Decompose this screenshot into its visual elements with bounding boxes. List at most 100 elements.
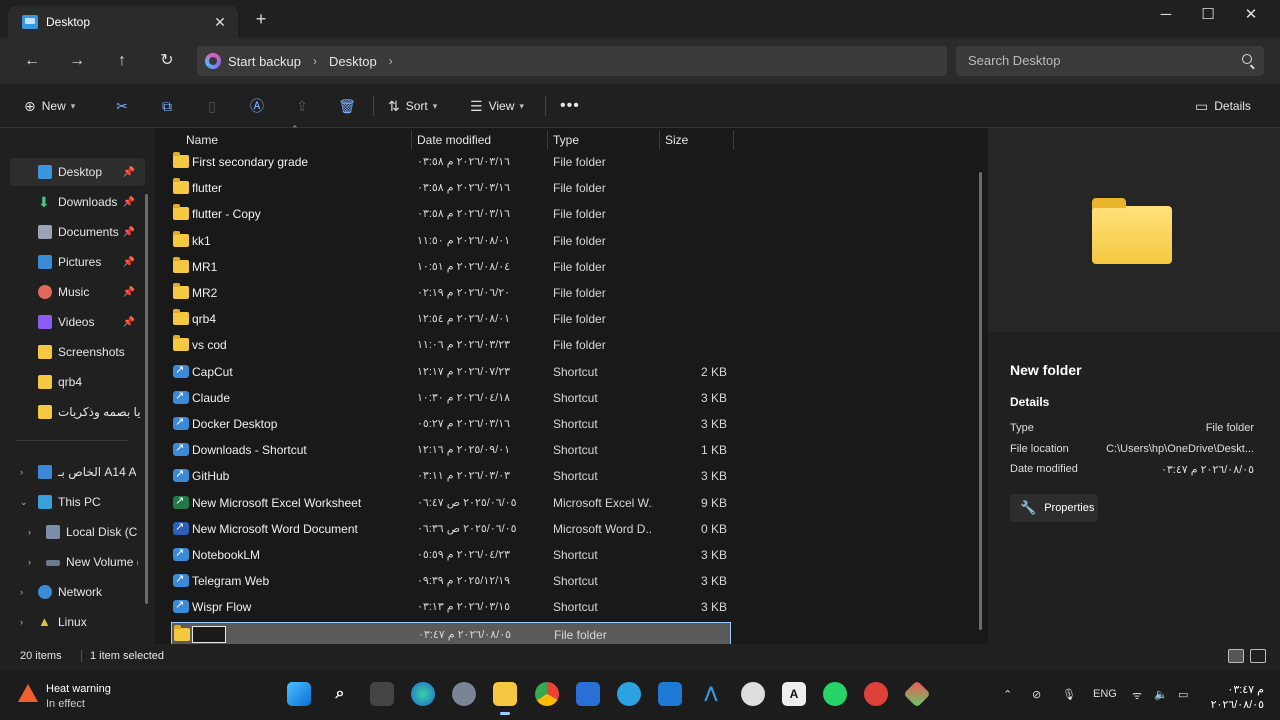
chevron-right-icon[interactable]: › [28,557,31,567]
column-header-type[interactable]: Type [553,128,579,152]
sidebar-item-desktop[interactable]: Desktop 📌 [10,158,145,186]
location-off-icon[interactable]: ⊘ [1032,688,1041,701]
file-row[interactable]: GitHub ٢٠٢٦/٠٣/٠٣ م ٠٣:١١ Shortcut 3 KB [171,464,731,488]
file-row[interactable]: First secondary grade ٢٠٢٦/٠٣/١٦ م ٠٣:٥٨ F… [171,150,731,174]
more-options-icon[interactable]: ••• [560,96,580,116]
edge-icon[interactable] [411,682,435,706]
file-row[interactable]: CapCut ٢٠٢٦/٠٧/٢٣ م ١٢:١٧ Shortcut 2 KB [171,360,731,384]
new-button[interactable]: ⊕ New ▾ [24,96,75,116]
file-row[interactable]: ٢٠٢٦/٠٨/٠٥ م ٠٣:٤٧ File folder [171,621,731,646]
claude-icon[interactable]: A [782,682,806,706]
pin-icon[interactable]: 📌 [123,317,135,328]
file-row[interactable]: MR2 ٢٠٢٦/٠٦/٢٠ م ٠٢:١٩ File folder [171,281,731,305]
paste-icon[interactable]: ▯ [202,96,222,116]
column-divider[interactable] [411,130,412,150]
column-header-name[interactable]: Name [186,128,218,152]
app-icon[interactable] [903,680,931,708]
store-icon[interactable] [576,682,600,706]
sidebar-item-music[interactable]: Music 📌 [10,278,145,306]
windows-start-icon[interactable] [287,682,311,706]
microphone-icon[interactable]: 🎙 [1062,688,1076,701]
weather-subtitle[interactable]: In effect [46,698,85,710]
whatsapp-icon[interactable] [823,682,847,706]
properties-button[interactable]: 🔧 Properties [1010,494,1098,522]
app-icon[interactable]: ⋀ [699,682,723,706]
close-tab-icon[interactable]: ✕ [212,14,228,31]
sidebar-item-qrb4[interactable]: qrb4 [10,368,145,396]
file-row[interactable]: Wispr Flow ٢٠٢٦/٠٣/١٥ م ٠٣:١٣ Shortcut 3 KB [171,595,731,619]
warning-icon[interactable] [18,684,38,702]
battery-icon[interactable]: ▭ [1178,688,1188,701]
column-header-date[interactable]: Date modified [417,128,491,152]
file-row[interactable]: New Microsoft Word Document ٢٠٢٥/٠٦/٠٥ ص … [171,517,731,541]
clock-time[interactable]: م ٠٣:٤٧ [1227,683,1264,696]
pin-icon[interactable]: 📌 [123,197,135,208]
search-icon[interactable]: ⌕ [328,682,352,706]
copy-icon[interactable]: ⧉ [157,96,177,116]
settings-icon[interactable] [452,682,476,706]
crumb-start-backup[interactable]: Start backup [228,54,301,69]
file-row[interactable]: Docker Desktop ٢٠٢٦/٠٣/١٦ م ٠٥:٢٧ Shortcut… [171,412,731,436]
vscode-icon[interactable] [658,682,682,706]
chevron-right-icon[interactable]: › [389,54,393,68]
file-row[interactable]: NotebookLM ٢٠٢٦/٠٤/٢٣ م ٠٥:٥٩ Shortcut 3 KB [171,543,731,567]
sidebar-item-network[interactable]: › Network [10,578,145,606]
breadcrumb[interactable]: Start backup › Desktop › [197,46,947,76]
details-view-icon[interactable] [1228,649,1244,663]
language-indicator[interactable]: ENG [1093,688,1117,700]
delete-icon[interactable]: 🗑 [337,96,357,116]
telegram-icon[interactable] [617,682,641,706]
chevron-right-icon[interactable]: › [20,467,23,477]
view-button[interactable]: ☰ View ▾ [470,96,524,116]
sidebar-item-pictures[interactable]: Pictures 📌 [10,248,145,276]
sidebar-item-onedrive[interactable]: › الخاص بـ A14 Ab [10,458,145,486]
maximize-button[interactable]: ☐ [1185,4,1231,26]
weather-title[interactable]: Heat warning [46,683,111,695]
volume-icon[interactable]: 🔈 [1154,688,1168,701]
search-icon[interactable] [1242,54,1252,64]
cut-icon[interactable]: ✂ [112,96,132,116]
back-button[interactable]: ← [20,50,44,72]
file-row[interactable]: New Microsoft Excel Worksheet ٢٠٢٥/٠٦/٠٥ … [171,491,731,515]
details-button[interactable]: ▭ Details [1195,96,1251,116]
minimize-button[interactable]: ─ [1143,4,1189,26]
tab-desktop[interactable]: Desktop ✕ [8,6,238,38]
clock-date[interactable]: ٢٠٢٦/٠٨/٠٥ [1211,698,1264,711]
chevron-right-icon[interactable]: › [20,617,23,627]
wifi-icon[interactable]: ᯤ [1132,688,1142,703]
column-header-size[interactable]: Size [665,128,688,152]
file-list-scrollbar[interactable] [979,172,982,630]
rename-icon[interactable]: Ⓐ [247,96,267,116]
sidebar-item-local-disk[interactable]: › Local Disk (C:) [10,518,145,546]
up-button[interactable]: ↑ [110,50,134,72]
file-explorer-icon[interactable] [493,682,517,715]
share-icon[interactable]: ⇪ [292,96,312,116]
app-icon[interactable] [864,682,888,706]
search-input[interactable]: Search Desktop [956,46,1264,76]
chrome-icon[interactable] [535,682,559,706]
chevron-right-icon[interactable]: › [313,54,317,68]
file-row[interactable]: MR1 ٢٠٢٦/٠٨/٠٤ م ١٠:٥١ File folder [171,255,731,279]
file-row[interactable]: Telegram Web ٢٠٢٥/١٢/١٩ م ٠٩:٣٩ Shortcut 3 … [171,569,731,593]
github-icon[interactable] [741,682,765,706]
rename-input[interactable] [192,625,226,643]
column-divider[interactable] [733,130,734,150]
crumb-desktop[interactable]: Desktop [329,54,377,69]
sidebar-item-linux[interactable]: › ▲ Linux [10,608,145,636]
sidebar-item-documents[interactable]: Documents 📌 [10,218,145,246]
pin-icon[interactable]: 📌 [123,257,135,268]
file-row[interactable]: qrb4 ٢٠٢٦/٠٨/٠١ م ١٢:٥٤ File folder [171,307,731,331]
sidebar-item-this-pc[interactable]: ⌄ This PC [10,488,145,516]
sort-button[interactable]: ⇅ Sort ▾ [388,96,437,116]
column-divider[interactable] [659,130,660,150]
sidebar-item-downloads[interactable]: ⬇ Downloads 📌 [10,188,145,216]
file-row[interactable]: flutter ٢٠٢٦/٠٣/١٦ م ٠٣:٥٨ File folder [171,176,731,200]
file-row[interactable]: flutter - Copy ٢٠٢٦/٠٣/١٦ م ٠٣:٥٨ File fol… [171,202,731,226]
sidebar-item-videos[interactable]: Videos 📌 [10,308,145,336]
chevron-down-icon[interactable]: ⌄ [20,497,28,508]
forward-button[interactable]: → [65,50,89,72]
tiles-view-icon[interactable] [1250,649,1266,663]
file-row[interactable]: Claude ٢٠٢٦/٠٤/١٨ م ١٠:٣٠ Shortcut 3 KB [171,386,731,410]
close-window-button[interactable]: ✕ [1228,4,1274,26]
task-view-icon[interactable] [370,682,394,706]
